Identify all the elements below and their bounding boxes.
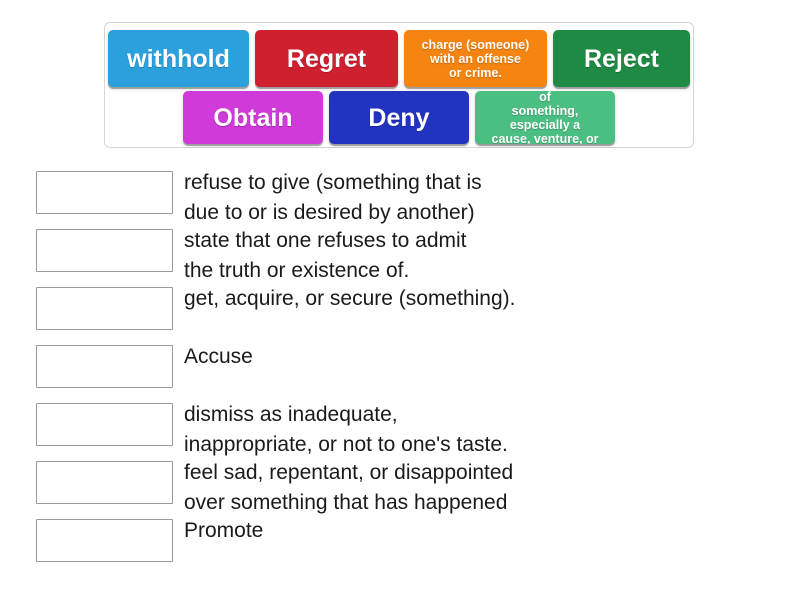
word-tile-obtain[interactable]: Obtain [183,91,323,144]
definition-text: state that one refuses to admit the trut… [184,229,467,282]
word-tile-regret[interactable]: Regret [255,30,398,87]
definition-row: Accuse [36,345,776,389]
word-tile-deny[interactable]: Deny [329,91,469,144]
answer-drop-box[interactable] [36,345,173,388]
answer-drop-box[interactable] [36,229,173,272]
word-tile-bank: withhold Regret charge (someone) with an o… [104,22,694,148]
answer-drop-box[interactable] [36,403,173,446]
answer-drop-box[interactable] [36,461,173,504]
definition-row: Promote [36,519,776,563]
definition-text: Accuse [184,345,253,368]
word-tile-withhold[interactable]: withhold [108,30,249,87]
definition-text: dismiss as inadequate, inappropriate, or… [184,403,508,456]
definition-row: dismiss as inadequate, inappropriate, or… [36,403,776,456]
word-tile-charge-someone[interactable]: charge (someone) with an offense or crim… [403,30,547,87]
definition-text: feel sad, repentant, or disappointed ove… [184,461,514,514]
word-tile-further-the-progress-of[interactable]: further the progress of something, espec… [475,91,615,144]
answer-drop-box[interactable] [36,287,173,330]
definition-row: state that one refuses to admit the trut… [36,229,776,282]
definition-text: Promote [184,519,264,542]
tile-row-1: withhold Regret charge (someone) with an o… [105,30,693,87]
definition-list: refuse to give (something that is due to… [36,171,776,577]
word-tile-reject[interactable]: Reject [552,30,690,87]
definition-row: get, acquire, or secure (something). [36,287,776,331]
definition-row: feel sad, repentant, or disappointed ove… [36,461,776,514]
definition-row: refuse to give (something that is due to… [36,171,776,224]
definition-text: get, acquire, or secure (something). [184,287,516,310]
answer-drop-box[interactable] [36,171,173,214]
tile-row-2: ObtainDenyfurther the progress of someth… [105,91,693,144]
answer-drop-box[interactable] [36,519,173,562]
definition-text: refuse to give (something that is due to… [184,171,482,224]
